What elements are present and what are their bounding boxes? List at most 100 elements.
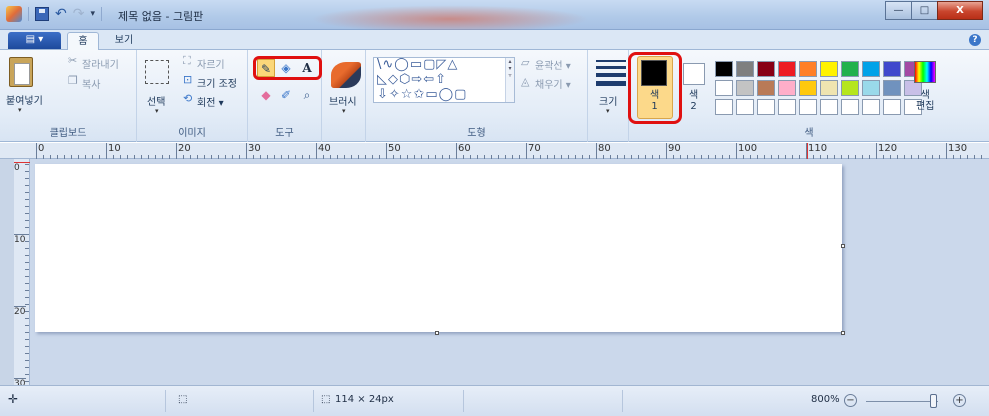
eraser-icon[interactable]: ◆ bbox=[257, 86, 275, 104]
zoom-out-button[interactable]: − bbox=[844, 394, 857, 407]
paste-icon[interactable] bbox=[9, 57, 33, 87]
colors-group-label: 색 bbox=[804, 128, 814, 139]
window-title: 제목 없음 - 그림판 bbox=[118, 10, 204, 23]
color-picker-icon[interactable]: ✐ bbox=[277, 86, 295, 104]
palette-swatch[interactable] bbox=[862, 80, 880, 96]
tab-home[interactable]: 홈 bbox=[67, 32, 99, 51]
ruler-marker bbox=[807, 143, 808, 159]
palette-swatch[interactable] bbox=[883, 99, 901, 115]
magnifier-icon[interactable]: ⌕ bbox=[298, 86, 316, 104]
cut-button[interactable]: 잘라내기 bbox=[82, 56, 119, 71]
edit-colors-icon[interactable] bbox=[914, 61, 936, 83]
zoom-in-button[interactable]: + bbox=[953, 394, 966, 407]
palette-swatch[interactable] bbox=[736, 99, 754, 115]
redo-icon[interactable]: ↷ bbox=[73, 7, 85, 21]
select-icon[interactable] bbox=[145, 60, 169, 84]
palette-swatch[interactable] bbox=[715, 61, 733, 77]
palette-swatch[interactable] bbox=[841, 61, 859, 77]
save-icon[interactable] bbox=[35, 7, 49, 21]
palette-swatch[interactable] bbox=[778, 61, 796, 77]
divider bbox=[313, 390, 314, 412]
brush-icon[interactable] bbox=[331, 62, 361, 88]
palette-swatch[interactable] bbox=[757, 80, 775, 96]
resize-button[interactable]: 크기 조정 bbox=[197, 75, 237, 90]
resize-handle-corner[interactable] bbox=[841, 331, 845, 335]
palette-swatch[interactable] bbox=[883, 80, 901, 96]
close-button[interactable]: X bbox=[937, 1, 983, 20]
shapes-gallery[interactable]: \∿◯▭▢◸△ ◺◇⬡⇨⇦⇧ ⇩✧☆✩▭◯▢ ▴ ▾ ▿ bbox=[373, 57, 515, 103]
status-bar: ✛ ⬚ ⬚ 114 × 24px 800% − + bbox=[0, 385, 989, 416]
ruler-label: 120 bbox=[876, 143, 897, 159]
brushes-button[interactable]: 브러시 bbox=[329, 93, 357, 108]
image-group-label: 이미지 bbox=[178, 128, 206, 139]
canvas-area[interactable] bbox=[30, 159, 989, 385]
shapes-row[interactable]: ⇩✧☆✩▭◯▢ bbox=[377, 87, 467, 102]
size-icon[interactable] bbox=[596, 60, 626, 90]
shapes-scroll[interactable]: ▴ ▾ ▿ bbox=[505, 58, 514, 102]
maximize-button[interactable]: □ bbox=[911, 1, 938, 20]
palette-swatch[interactable] bbox=[778, 80, 796, 96]
color2-swatch[interactable] bbox=[683, 63, 705, 85]
resize-handle-right[interactable] bbox=[841, 244, 845, 248]
shapes-row[interactable]: ◺◇⬡⇨⇦⇧ bbox=[377, 72, 447, 87]
palette-swatch[interactable] bbox=[799, 61, 817, 77]
help-icon[interactable]: ? bbox=[969, 34, 981, 46]
palette-swatch[interactable] bbox=[778, 99, 796, 115]
paint-menu-button[interactable]: ▤ ▾ bbox=[8, 32, 61, 49]
rotate-icon: ⟲ bbox=[183, 92, 193, 105]
ruler-label: 100 bbox=[736, 143, 757, 159]
paint-app-icon[interactable] bbox=[6, 6, 22, 22]
color2-label[interactable]: 색 2 bbox=[689, 90, 698, 112]
tab-view[interactable]: 보기 bbox=[110, 32, 138, 51]
drawing-canvas[interactable] bbox=[35, 164, 842, 332]
rotate-button[interactable]: 회전 ▾ bbox=[197, 94, 224, 109]
canvas-size-text: 114 × 24px bbox=[335, 394, 394, 405]
palette-swatch[interactable] bbox=[862, 99, 880, 115]
palette-swatch[interactable] bbox=[820, 99, 838, 115]
copy-button[interactable]: 복사 bbox=[82, 76, 100, 91]
zoom-slider[interactable] bbox=[866, 401, 938, 402]
ruler-label: 90 bbox=[666, 143, 681, 159]
palette-swatch[interactable] bbox=[883, 61, 901, 77]
paste-dropdown-icon[interactable]: ▾ bbox=[18, 106, 22, 114]
paste-button[interactable]: 붙여넣기 bbox=[6, 92, 43, 107]
resize-handle-bottom[interactable] bbox=[435, 331, 439, 335]
shapes-row[interactable]: \∿◯▭▢◸△ bbox=[377, 57, 458, 72]
palette-swatch[interactable] bbox=[757, 99, 775, 115]
outline-button[interactable]: 윤곽선 ▾ bbox=[535, 57, 571, 72]
outline-icon: ▱ bbox=[521, 56, 530, 69]
divider bbox=[101, 7, 102, 21]
palette-swatch[interactable] bbox=[841, 80, 859, 96]
left-strip bbox=[0, 159, 14, 385]
palette-swatch[interactable] bbox=[820, 61, 838, 77]
palette-swatch[interactable] bbox=[820, 80, 838, 96]
undo-icon[interactable]: ↶ bbox=[55, 7, 67, 21]
palette-swatch[interactable] bbox=[862, 61, 880, 77]
palette-swatch[interactable] bbox=[736, 80, 754, 96]
ruler-label: 10 bbox=[14, 234, 26, 245]
palette-swatch[interactable] bbox=[841, 99, 859, 115]
ruler-label: 0 bbox=[36, 143, 44, 159]
palette-swatch[interactable] bbox=[799, 99, 817, 115]
size-dropdown-icon[interactable]: ▾ bbox=[606, 107, 610, 115]
divider bbox=[28, 7, 29, 21]
size-button[interactable]: 크기 bbox=[599, 93, 617, 108]
select-dropdown-icon[interactable]: ▾ bbox=[155, 107, 159, 115]
edit-colors-button[interactable]: 색 편집 bbox=[916, 90, 934, 112]
zoom-slider-thumb[interactable] bbox=[930, 394, 937, 408]
palette-swatch[interactable] bbox=[715, 99, 733, 115]
ruler-label: 20 bbox=[176, 143, 191, 159]
ruler-label: 50 bbox=[386, 143, 401, 159]
crop-button[interactable]: 자르기 bbox=[197, 56, 225, 71]
palette-swatch[interactable] bbox=[736, 61, 754, 77]
palette-swatch[interactable] bbox=[757, 61, 775, 77]
ruler-label: 0 bbox=[14, 162, 26, 173]
customize-quick-access-dropdown[interactable]: ▾ bbox=[90, 9, 95, 19]
select-button[interactable]: 선택 bbox=[147, 93, 165, 108]
palette-swatch[interactable] bbox=[799, 80, 817, 96]
minimize-button[interactable]: — bbox=[885, 1, 912, 20]
divider bbox=[165, 390, 166, 412]
palette-swatch[interactable] bbox=[715, 80, 733, 96]
fill-button[interactable]: 채우기 ▾ bbox=[535, 76, 571, 91]
brushes-dropdown-icon[interactable]: ▾ bbox=[342, 107, 346, 115]
